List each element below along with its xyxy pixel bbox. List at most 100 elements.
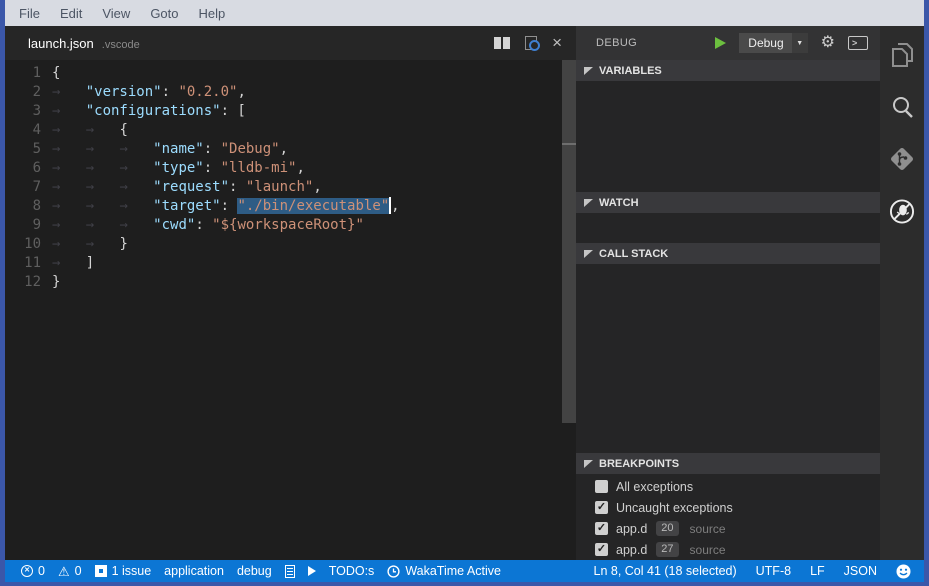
code-line[interactable]: 5→ → → "name": "Debug",: [5, 140, 576, 159]
status-bar-right: Ln 8, Col 41 (18 selected) UTF-8 LF JSON: [594, 564, 912, 579]
cursor-position[interactable]: Ln 8, Col 41 (18 selected): [594, 564, 737, 578]
menu-item-edit[interactable]: Edit: [50, 6, 92, 21]
debug-console-icon[interactable]: >: [848, 36, 868, 50]
line-number-badge: 20: [656, 521, 678, 536]
warning-count-value: 0: [75, 564, 82, 578]
feedback-smiley-icon[interactable]: [896, 564, 911, 579]
debug-icon[interactable]: [889, 198, 915, 224]
issues-icon: [95, 565, 107, 577]
line-number: 3: [5, 102, 52, 121]
breakpoint-checkbox[interactable]: ✓: [595, 543, 608, 556]
tab-whitespace-icon: →: [86, 122, 120, 138]
tab-whitespace-icon: →: [52, 179, 86, 195]
start-debug-icon[interactable]: [715, 37, 726, 49]
open-preview-icon[interactable]: [525, 36, 537, 50]
line-number: 9: [5, 216, 52, 235]
breakpoint-row[interactable]: All exceptions: [576, 476, 880, 497]
editor-scrollbar[interactable]: [562, 60, 576, 560]
code-line[interactable]: 11→ ]: [5, 254, 576, 273]
code-line[interactable]: 8→ → → "target": "./bin/executable",: [5, 197, 576, 216]
code-line[interactable]: 10→ → }: [5, 235, 576, 254]
twistie-icon: [584, 198, 593, 207]
encoding-status[interactable]: UTF-8: [756, 564, 791, 578]
debug-config-dropdown[interactable]: Debug ▼: [739, 33, 807, 53]
code-text: → → {: [52, 121, 128, 140]
scrollbar-thumb[interactable]: [562, 60, 576, 423]
breakpoint-checkbox[interactable]: ✓: [595, 522, 608, 535]
code-text: → → → "target": "./bin/executable",: [52, 197, 400, 216]
section-header-call-stack[interactable]: CALL STACK: [576, 243, 880, 264]
menu-item-goto[interactable]: Goto: [140, 6, 188, 21]
line-number: 4: [5, 121, 52, 140]
vscode-window: FileEditViewGotoHelp launch.json .vscode…: [0, 0, 929, 586]
twistie-icon: [584, 249, 593, 258]
code-line[interactable]: 1{: [5, 64, 576, 83]
issues-status[interactable]: 1 issue: [95, 564, 152, 578]
code-line[interactable]: 7→ → → "request": "launch",: [5, 178, 576, 197]
project-status[interactable]: application: [164, 564, 224, 578]
code-text: → → → "name": "Debug",: [52, 140, 288, 159]
section-header-variables[interactable]: VARIABLES: [576, 60, 880, 81]
menu-item-help[interactable]: Help: [189, 6, 236, 21]
todo-status[interactable]: TODO:s: [329, 564, 375, 578]
tab-folder: .vscode: [102, 39, 140, 51]
breakpoint-row[interactable]: ✓Uncaught exceptions: [576, 497, 880, 518]
breakpoint-checkbox[interactable]: [595, 480, 608, 493]
menu-item-view[interactable]: View: [92, 6, 140, 21]
code-line[interactable]: 6→ → → "type": "lldb-mi",: [5, 159, 576, 178]
code-token: "configurations": [86, 103, 221, 119]
breakpoint-label: app.d: [616, 543, 647, 557]
twistie-icon: [584, 66, 593, 75]
eol-status[interactable]: LF: [810, 564, 825, 578]
section-header-breakpoints[interactable]: BREAKPOINTS: [576, 453, 880, 474]
menu-item-file[interactable]: File: [9, 6, 50, 21]
code-line[interactable]: 3→ "configurations": [: [5, 102, 576, 121]
overview-ruler-mark: [562, 143, 576, 145]
tab-whitespace-icon: →: [52, 198, 86, 214]
code-token: "cwd": [153, 217, 195, 233]
tab-whitespace-icon: →: [52, 217, 86, 233]
run-task-icon[interactable]: [308, 566, 316, 576]
code-line[interactable]: 2→ "version": "0.2.0",: [5, 83, 576, 102]
document-icon[interactable]: [285, 565, 295, 578]
debug-toolbar-actions: Debug ▼ ⚙ >: [715, 33, 868, 53]
explorer-icon[interactable]: [889, 42, 915, 68]
tab-whitespace-icon: →: [86, 217, 120, 233]
tab-whitespace-icon: →: [119, 160, 153, 176]
code-token: ,: [296, 160, 304, 176]
gear-icon[interactable]: ⚙: [821, 35, 835, 51]
tab-whitespace-icon: →: [52, 84, 86, 100]
code-token: }: [119, 236, 127, 252]
chevron-down-icon: ▼: [792, 33, 808, 53]
section-header-watch[interactable]: WATCH: [576, 192, 880, 213]
code-token: "type": [153, 160, 204, 176]
code-line[interactable]: 4→ → {: [5, 121, 576, 140]
line-number: 6: [5, 159, 52, 178]
mode-status[interactable]: debug: [237, 564, 272, 578]
code-token: :: [221, 198, 238, 214]
code-line[interactable]: 9→ → → "cwd": "${workspaceRoot}": [5, 216, 576, 235]
warning-count[interactable]: ⚠ 0: [58, 564, 82, 578]
breakpoint-checkbox[interactable]: ✓: [595, 501, 608, 514]
code-line[interactable]: 12}: [5, 273, 576, 292]
breakpoint-row[interactable]: ✓app.d20source: [576, 518, 880, 539]
language-status[interactable]: JSON: [844, 564, 877, 578]
code-editor[interactable]: 1{2→ "version": "0.2.0",3→ "configuratio…: [5, 60, 576, 560]
breakpoint-row[interactable]: ✓app.d27source: [576, 539, 880, 560]
code-text: → → }: [52, 235, 128, 254]
code-token: :: [204, 160, 221, 176]
search-icon[interactable]: [889, 94, 915, 120]
breakpoints-list: All exceptions✓Uncaught exceptions✓app.d…: [576, 474, 880, 560]
issues-label: 1 issue: [112, 564, 152, 578]
close-icon[interactable]: ×: [552, 36, 562, 50]
wakatime-status[interactable]: WakaTime Active: [387, 564, 501, 578]
warning-icon: ⚠: [58, 565, 70, 578]
code-token: {: [119, 122, 127, 138]
code-token: "name": [153, 141, 204, 157]
error-count[interactable]: ✕ 0: [21, 564, 45, 578]
git-icon[interactable]: [889, 146, 915, 172]
tab-launch-json[interactable]: launch.json .vscode: [5, 36, 140, 51]
menubar-items: FileEditViewGotoHelp: [9, 6, 235, 21]
split-editor-icon[interactable]: [494, 37, 510, 49]
code-token: "target": [153, 198, 220, 214]
